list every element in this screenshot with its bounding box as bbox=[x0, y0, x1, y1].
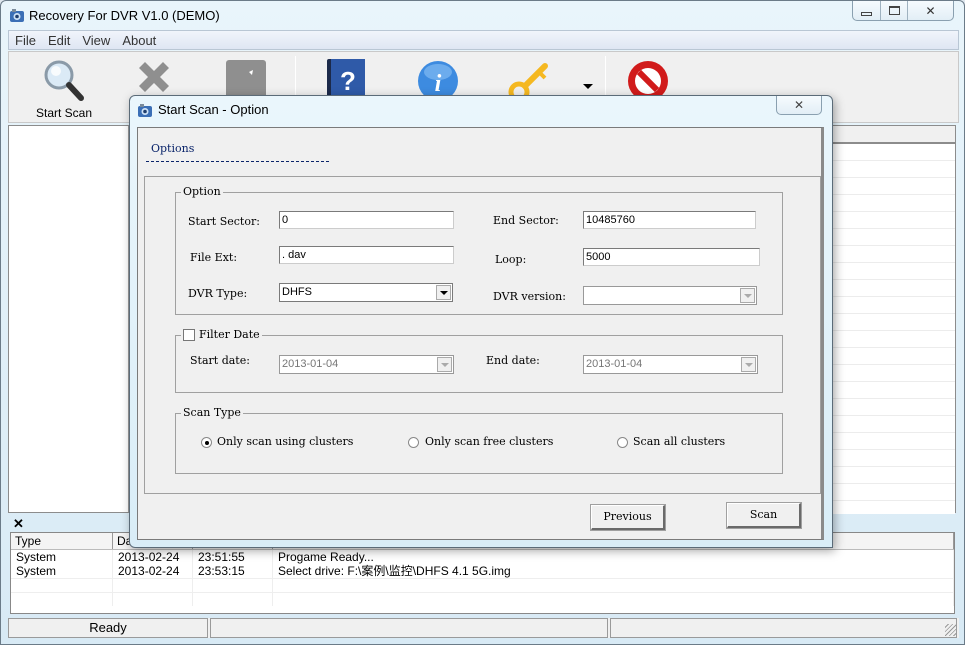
loop-input[interactable]: 5000 bbox=[583, 248, 760, 266]
scan-type-legend-text: Scan Type bbox=[183, 406, 241, 419]
end-date-label: End date: bbox=[486, 354, 540, 367]
end-sector-label: End Sector: bbox=[493, 214, 559, 227]
file-list-rows bbox=[827, 144, 955, 514]
svg-text:i: i bbox=[435, 71, 442, 97]
scan-type-group: Scan Type Only scan using clusters Only … bbox=[175, 406, 783, 474]
log-message: Progame Ready... bbox=[273, 550, 954, 564]
file-list-header bbox=[827, 126, 955, 144]
file-ext-input[interactable]: . dav bbox=[279, 246, 454, 264]
close-icon: ✕ bbox=[793, 98, 805, 112]
menu-file[interactable]: File bbox=[9, 33, 42, 48]
app-icon bbox=[138, 104, 152, 117]
start-scan-label: Start Scan bbox=[35, 106, 93, 120]
end-sector-input[interactable]: 10485760 bbox=[583, 211, 756, 229]
chevron-down-icon[interactable] bbox=[437, 357, 452, 372]
log-time: 23:53:15 bbox=[193, 564, 273, 578]
title-bar: Recovery For DVR V1.0 (DEMO) ✕ bbox=[1, 1, 964, 29]
start-scan-button[interactable]: Start Scan bbox=[19, 56, 109, 120]
window-title: Recovery For DVR V1.0 (DEMO) bbox=[29, 8, 220, 23]
log-type: System bbox=[11, 550, 113, 564]
option-group-legend: Option bbox=[181, 185, 223, 198]
log-row[interactable]: System 2013-02-24 23:51:55 Progame Ready… bbox=[11, 550, 954, 564]
start-sector-label: Start Sector: bbox=[188, 215, 260, 228]
dvr-type-label: DVR Type: bbox=[188, 287, 248, 300]
close-icon: ✕ bbox=[925, 3, 936, 18]
filter-date-group: Filter Date Start date: 2013-01-04 End d… bbox=[175, 328, 783, 393]
radio-only-clusters[interactable] bbox=[201, 437, 212, 448]
file-list-panel[interactable] bbox=[826, 125, 956, 514]
filter-date-label[interactable]: Filter Date bbox=[199, 328, 260, 341]
radio-only-clusters-label[interactable]: Only scan using clusters bbox=[217, 435, 353, 448]
radio-free-clusters[interactable] bbox=[408, 437, 419, 448]
log-message: Select drive: F:\案例\监控\DHFS 4.1 5G.img bbox=[273, 564, 954, 578]
status-pane bbox=[210, 618, 608, 638]
registration-dropdown-arrow[interactable] bbox=[583, 84, 593, 89]
app-icon bbox=[10, 9, 24, 22]
menu-bar: File Edit View About bbox=[8, 30, 959, 50]
radio-all-clusters-label[interactable]: Scan all clusters bbox=[633, 435, 725, 448]
status-text: Ready bbox=[8, 618, 208, 638]
options-underline bbox=[146, 161, 329, 162]
menu-about[interactable]: About bbox=[116, 33, 162, 48]
end-date-picker[interactable]: 2013-01-04 bbox=[583, 355, 758, 374]
radio-all-clusters[interactable] bbox=[617, 437, 628, 448]
scan-type-legend: Scan Type bbox=[181, 406, 243, 419]
dvr-version-select[interactable] bbox=[583, 286, 757, 305]
previous-button[interactable]: Previous bbox=[590, 504, 666, 531]
status-bar: Ready bbox=[8, 618, 959, 638]
column-type[interactable]: Type bbox=[11, 533, 113, 549]
options-heading: Options bbox=[151, 142, 195, 155]
dialog-close-button[interactable]: ✕ bbox=[776, 96, 822, 115]
status-pane bbox=[610, 618, 957, 638]
log-date: 2013-02-24 bbox=[113, 550, 193, 564]
option-legend-text: Option bbox=[183, 185, 221, 198]
menu-edit[interactable]: Edit bbox=[42, 33, 76, 48]
minimize-icon bbox=[861, 11, 872, 16]
log-type: System bbox=[11, 564, 113, 578]
maximize-icon bbox=[888, 6, 900, 15]
log-empty-row bbox=[11, 578, 954, 592]
dialog-body: Options Option Start Sector: 0 End Secto… bbox=[137, 127, 824, 540]
filter-date-checkbox[interactable] bbox=[183, 328, 195, 341]
end-date-value: 2013-01-04 bbox=[586, 358, 643, 370]
dvr-type-select[interactable]: DHFS bbox=[279, 283, 453, 302]
loop-label: Loop: bbox=[495, 253, 527, 266]
window-controls: ✕ bbox=[852, 1, 954, 21]
start-scan-option-dialog: Start Scan - Option ✕ Options Option Sta… bbox=[129, 95, 833, 548]
log-date: 2013-02-24 bbox=[113, 564, 193, 578]
log-close-icon[interactable]: ✕ bbox=[13, 516, 24, 532]
radio-free-clusters-label[interactable]: Only scan free clusters bbox=[425, 435, 553, 448]
magnifier-icon bbox=[44, 60, 84, 101]
minimize-button[interactable] bbox=[853, 1, 881, 20]
close-button[interactable]: ✕ bbox=[908, 1, 953, 20]
chevron-down-icon[interactable] bbox=[436, 285, 451, 300]
dvr-type-value: DHFS bbox=[282, 286, 312, 298]
start-date-value: 2013-01-04 bbox=[282, 358, 339, 370]
file-ext-label: File Ext: bbox=[190, 251, 238, 264]
log-time: 23:51:55 bbox=[193, 550, 273, 564]
chevron-down-icon[interactable] bbox=[741, 357, 756, 372]
start-date-label: Start date: bbox=[190, 354, 250, 367]
drive-tree-panel[interactable] bbox=[8, 125, 130, 513]
maximize-button[interactable] bbox=[881, 1, 908, 20]
start-sector-input[interactable]: 0 bbox=[279, 211, 454, 229]
dvr-version-label: DVR version: bbox=[493, 290, 566, 303]
log-empty-row bbox=[11, 592, 954, 606]
resize-grip[interactable] bbox=[945, 624, 957, 636]
start-date-picker[interactable]: 2013-01-04 bbox=[279, 355, 454, 374]
dialog-title: Start Scan - Option bbox=[158, 102, 269, 117]
options-frame: Option Start Sector: 0 End Sector: 10485… bbox=[144, 176, 821, 494]
log-row[interactable]: System 2013-02-24 23:53:15 Select drive:… bbox=[11, 564, 954, 578]
option-group: Option Start Sector: 0 End Sector: 10485… bbox=[175, 185, 783, 315]
menu-view[interactable]: View bbox=[76, 33, 116, 48]
svg-text:?: ? bbox=[340, 66, 356, 96]
chevron-down-icon[interactable] bbox=[740, 288, 755, 303]
filter-date-legend: Filter Date bbox=[181, 328, 262, 341]
scan-button[interactable]: Scan bbox=[726, 502, 802, 529]
